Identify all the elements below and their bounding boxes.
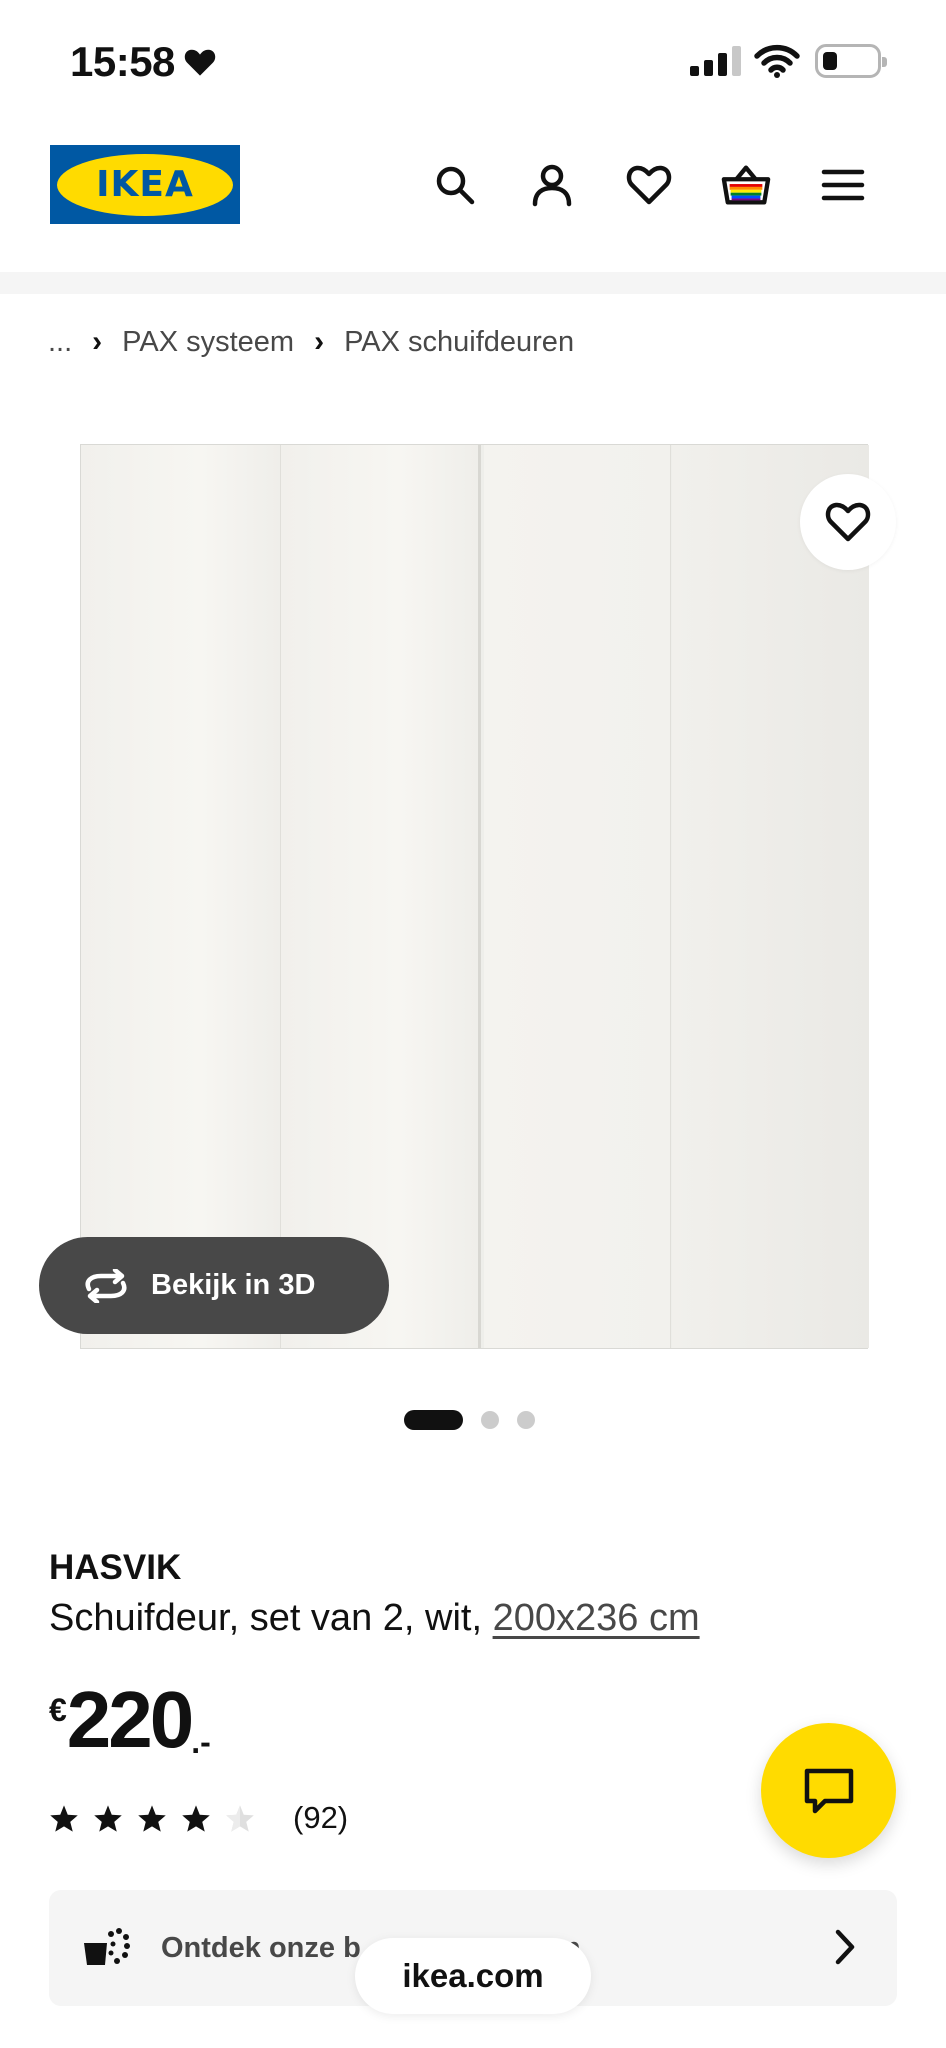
battery-icon xyxy=(815,44,887,78)
view-in-3d-label: Bekijk in 3D xyxy=(151,1269,316,1301)
logo-text: IKEA xyxy=(96,164,194,205)
product-name: HASVIK xyxy=(49,1548,182,1587)
door-panel xyxy=(81,445,281,1348)
cellular-signal-icon xyxy=(690,46,741,76)
rating-count: (92) xyxy=(293,1800,349,1835)
star-filled-icon xyxy=(50,1804,78,1832)
heart-outline-icon xyxy=(825,502,871,542)
header-divider xyxy=(0,272,946,294)
product-price: € 220 .- xyxy=(49,1680,211,1761)
price-currency: € xyxy=(49,1692,67,1728)
account-icon[interactable] xyxy=(527,160,577,210)
door-panel xyxy=(484,445,671,1348)
breadcrumb: ... › PAX systeem › PAX schuifdeuren xyxy=(48,325,574,359)
status-time-text: 15:58 xyxy=(70,38,175,85)
chevron-right-icon: › xyxy=(314,325,325,358)
carousel-dot-active[interactable] xyxy=(404,1410,463,1430)
cart-icon[interactable] xyxy=(721,160,771,210)
product-description-text: Schuifdeur, set van 2, wit, xyxy=(49,1597,493,1639)
rating-stars xyxy=(49,1804,255,1833)
site-header: IKEA xyxy=(0,120,946,272)
product-image[interactable] xyxy=(80,444,869,1349)
breadcrumb-item-pax-schuifdeuren[interactable]: PAX schuifdeuren xyxy=(344,326,574,359)
price-amount: 220 xyxy=(66,1675,194,1764)
ikea-logo[interactable]: IKEA xyxy=(50,145,240,224)
star-filled-icon xyxy=(94,1804,122,1832)
view-in-3d-button[interactable]: Bekijk in 3D xyxy=(39,1237,389,1334)
chat-button[interactable] xyxy=(761,1723,896,1858)
chevron-right-icon xyxy=(835,1929,855,1965)
product-size-link[interactable]: 200x236 cm xyxy=(493,1597,700,1639)
door-panel xyxy=(281,445,481,1348)
delivery-promo-icon xyxy=(84,1928,130,1965)
menu-icon[interactable] xyxy=(818,160,868,210)
chat-bubble-icon xyxy=(804,1768,853,1813)
add-to-wishlist-button[interactable] xyxy=(800,474,896,570)
heart-status-icon xyxy=(183,47,217,77)
product-gallery[interactable]: Bekijk in 3D xyxy=(0,440,946,1360)
star-half-icon xyxy=(226,1804,254,1832)
status-time: 15:58 xyxy=(70,38,217,86)
product-rating[interactable]: (92) xyxy=(49,1800,348,1836)
star-filled-icon xyxy=(138,1804,166,1832)
chevron-right-icon: › xyxy=(92,325,103,358)
promo-text-start: Ontdek onze b xyxy=(161,1931,361,1964)
browser-address-pill[interactable]: ikea.com xyxy=(355,1938,591,2014)
browser-url: ikea.com xyxy=(402,1957,544,1994)
star-filled-icon xyxy=(182,1804,210,1832)
wishlist-icon[interactable] xyxy=(624,160,674,210)
price-suffix: .- xyxy=(191,1724,211,1760)
product-description: Schuifdeur, set van 2, wit, 200x236 cm xyxy=(49,1597,700,1640)
carousel-indicator xyxy=(404,1410,535,1430)
breadcrumb-item-pax-systeem[interactable]: PAX systeem xyxy=(122,326,294,359)
wifi-icon xyxy=(754,44,800,83)
header-actions xyxy=(430,160,868,210)
search-icon[interactable] xyxy=(430,160,480,210)
rotate-3d-icon xyxy=(85,1268,127,1303)
breadcrumb-ellipsis[interactable]: ... xyxy=(48,326,72,359)
status-bar: 15:58 xyxy=(0,0,946,120)
product-page: 15:58 IKEA ... › PAX systeem › PAX schui… xyxy=(0,0,946,2048)
carousel-dot[interactable] xyxy=(517,1411,535,1429)
door-panel xyxy=(672,445,869,1348)
carousel-dot[interactable] xyxy=(481,1411,499,1429)
